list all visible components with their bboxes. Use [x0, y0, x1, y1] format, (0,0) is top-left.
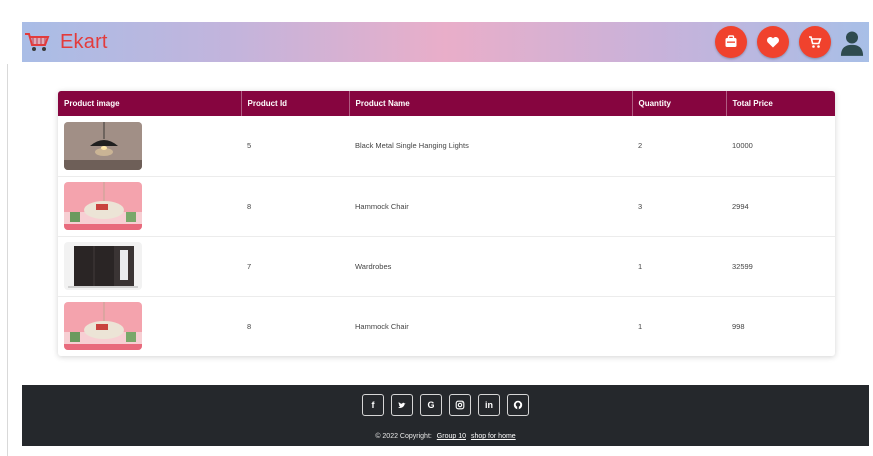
quantity-cell: 1 [638, 321, 643, 331]
instagram-button[interactable] [449, 394, 471, 416]
hanging-light-image[interactable] [64, 121, 142, 170]
table-row: 7 Wardrobes 1 32599 [58, 236, 835, 296]
group-link[interactable]: Group 10 [437, 433, 466, 440]
cart-logo-icon [25, 33, 50, 51]
navbar: Ekart [22, 22, 869, 62]
heart-icon [766, 36, 780, 48]
column-header-total-price: Total Price [732, 99, 773, 108]
product-name-cell: Black Metal Single Hanging Lights [355, 141, 469, 151]
wardrobe-image[interactable] [64, 242, 142, 290]
github-button[interactable] [507, 394, 529, 416]
column-header-product-name: Product Name [349, 91, 633, 116]
google-button[interactable]: G [420, 394, 442, 416]
total-price-cell: 32599 [732, 261, 753, 271]
orders-button[interactable] [715, 26, 747, 58]
wishlist-button[interactable] [757, 26, 789, 58]
table-row: 8 Hammock Chair 1 998 [58, 296, 835, 356]
facebook-icon: f [371, 400, 375, 410]
brand[interactable]: Ekart [24, 31, 108, 54]
header-actions [705, 26, 865, 58]
product-id-cell: 8 [247, 201, 252, 211]
column-header-product-image: Product image [58, 91, 242, 116]
product-id-cell: 7 [247, 261, 252, 271]
product-id-cell: 5 [247, 141, 252, 151]
orders-icon [725, 35, 737, 47]
table-row: 8 Hammock Chair 3 2994 [58, 176, 835, 236]
quantity-cell: 3 [638, 201, 643, 211]
page: Ekart Product image Product Id Product N… [0, 0, 873, 456]
product-name-cell: Hammock Chair [355, 321, 409, 331]
user-avatar[interactable] [839, 27, 865, 57]
linkedin-button[interactable]: in [478, 394, 500, 416]
column-header-quantity: Quantity [632, 91, 727, 116]
total-price-cell: 10000 [732, 141, 753, 151]
table-row: 5 Black Metal Single Hanging Lights 2 10… [58, 116, 835, 176]
total-price-cell: 2994 [732, 201, 749, 211]
product-name-cell: Wardrobes [355, 261, 392, 271]
cart-button[interactable] [799, 26, 831, 58]
copyright: © 2022 Copyright: Group 10 shop for home [22, 433, 869, 440]
quantity-cell: 1 [638, 261, 643, 271]
linkedin-icon: in [485, 400, 493, 410]
column-header-product-id: Product Id [241, 91, 350, 116]
instagram-icon [455, 400, 465, 410]
orders-table-card: Product image Product Id Product Name Qu… [58, 91, 835, 356]
facebook-button[interactable]: f [362, 394, 384, 416]
orders-table: Product image Product Id Product Name Qu… [58, 91, 835, 356]
quantity-cell: 2 [638, 141, 643, 151]
social-links: f G in [22, 394, 869, 416]
google-icon: G [427, 400, 435, 410]
product-name-cell: Hammock Chair [355, 201, 409, 211]
brand-name: Ekart [60, 30, 108, 53]
twitter-button[interactable] [391, 394, 413, 416]
product-id-cell: 8 [247, 321, 252, 331]
table-header-row: Product image Product Id Product Name Qu… [58, 91, 835, 116]
shop-for-home-link[interactable]: shop for home [471, 433, 516, 440]
total-price-cell: 998 [732, 321, 745, 331]
user-icon [840, 31, 864, 56]
cart-icon [809, 36, 822, 48]
copyright-text: © 2022 Copyright: [375, 433, 432, 440]
page-border [7, 64, 8, 456]
footer: f G in © 2022 Copyright: Group 10 shop f… [22, 385, 869, 446]
hammock-chair-image[interactable] [64, 182, 142, 230]
github-icon [513, 400, 523, 410]
hammock-chair-image[interactable] [64, 302, 142, 351]
twitter-icon [398, 402, 406, 408]
